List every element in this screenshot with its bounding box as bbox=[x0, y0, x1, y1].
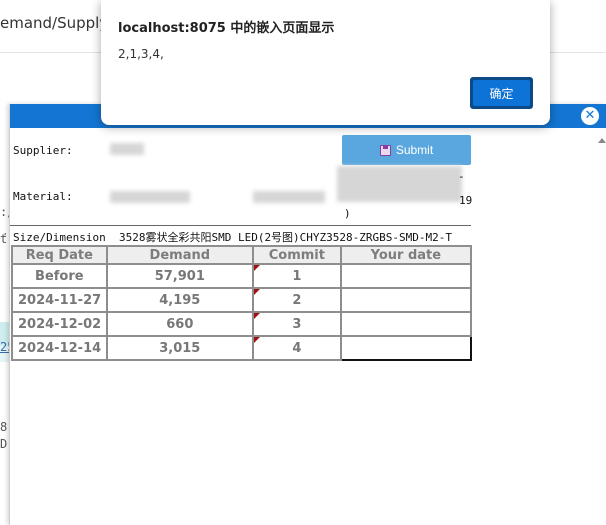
your-date-input[interactable] bbox=[339, 287, 473, 313]
commit-cell[interactable]: 4 bbox=[251, 335, 342, 361]
req-date-cell: 2024-12-14 bbox=[11, 335, 108, 361]
header-req-date: Req Date bbox=[11, 245, 108, 265]
material-code-redacted bbox=[110, 191, 190, 203]
comment-flag-icon bbox=[253, 337, 260, 343]
commit-value: 1 bbox=[292, 268, 302, 284]
header-demand: Demand bbox=[105, 245, 254, 265]
size-label: Size/Dimension bbox=[13, 231, 106, 244]
window-scroll-up-icon[interactable] bbox=[598, 138, 606, 143]
ok-button[interactable]: 确定 bbox=[470, 77, 533, 109]
alert-title: localhost:8075 中的嵌入页面显示 bbox=[118, 21, 335, 36]
background-text-fragment: ť bbox=[0, 232, 8, 246]
material-extra-line: ) bbox=[344, 207, 351, 220]
comment-flag-icon bbox=[253, 313, 260, 319]
supplier-label: Supplier: bbox=[13, 144, 73, 157]
size-value: 3528雾状全彩共阳SMD LED(2号图)CHYZ3528-ZRGBS-SMD… bbox=[118, 231, 453, 244]
size-dimension-row: Size/Dimension 3528雾状全彩共阳SMD LED(2号图)CHY… bbox=[13, 229, 452, 245]
req-date-cell: Before bbox=[11, 263, 108, 289]
material-label: Material: bbox=[13, 190, 73, 203]
commit-value: 2 bbox=[292, 292, 302, 308]
table-header-row: Req Date Demand Commit Your date bbox=[11, 245, 473, 265]
background-page-title: emand/Supply bbox=[0, 14, 109, 32]
material-extra-text: - 19 ) bbox=[342, 170, 472, 220]
demand-cell: 57,901 bbox=[105, 263, 254, 289]
background-text-fragment: D bbox=[0, 437, 8, 451]
table-row: 2024-12-02 660 3 bbox=[11, 311, 473, 337]
material-desc-redacted bbox=[253, 191, 325, 203]
demand-cell: 660 bbox=[105, 311, 254, 337]
your-date-input[interactable] bbox=[339, 311, 473, 337]
commit-table: Req Date Demand Commit Your date Before … bbox=[11, 245, 473, 361]
table-row: 2024-11-27 4,195 2 bbox=[11, 287, 473, 313]
submit-button[interactable]: Submit bbox=[342, 135, 471, 165]
table-row: 2024-12-14 3,015 4 bbox=[11, 335, 473, 361]
alert-dialog: localhost:8075 中的嵌入页面显示 2,1,3,4, 确定 bbox=[101, 0, 550, 125]
save-icon bbox=[379, 144, 391, 156]
commit-cell[interactable]: 1 bbox=[251, 263, 342, 289]
demand-cell: 3,015 bbox=[105, 335, 254, 361]
your-date-input[interactable] bbox=[339, 263, 473, 289]
comment-flag-icon bbox=[253, 289, 260, 295]
ok-button-label: 确定 bbox=[473, 80, 530, 106]
req-date-cell: 2024-12-02 bbox=[11, 311, 108, 337]
commit-value: 3 bbox=[292, 316, 302, 332]
your-date-input[interactable] bbox=[339, 335, 473, 361]
commit-date-window: ✕ Supplier: Submit Material: - 19 ) Size… bbox=[9, 104, 606, 525]
close-icon[interactable]: ✕ bbox=[581, 107, 599, 125]
background-text-fragment: 8 bbox=[0, 420, 8, 434]
header-commit: Commit bbox=[251, 245, 342, 265]
table-row: Before 57,901 1 bbox=[11, 263, 473, 289]
supplier-value-redacted bbox=[110, 143, 144, 155]
demand-cell: 4,195 bbox=[105, 287, 254, 313]
submit-button-label: Submit bbox=[395, 143, 434, 157]
material-extra-line: 19 bbox=[459, 194, 473, 207]
commit-cell[interactable]: 2 bbox=[251, 287, 342, 313]
commit-value: 4 bbox=[292, 340, 302, 356]
divider bbox=[10, 225, 471, 226]
req-date-cell: 2024-11-27 bbox=[11, 287, 108, 313]
comment-flag-icon bbox=[253, 265, 260, 271]
alert-message: 2,1,3,4, bbox=[118, 47, 164, 61]
header-your-date: Your date bbox=[339, 245, 473, 265]
commit-cell[interactable]: 3 bbox=[251, 311, 342, 337]
material-extra-line: - bbox=[458, 170, 465, 183]
